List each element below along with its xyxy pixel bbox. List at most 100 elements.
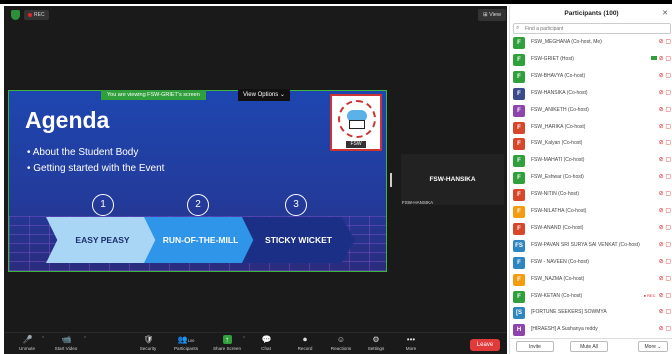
muted-microphone-icon: ⊘ ▢ xyxy=(658,72,671,79)
avatar: F xyxy=(513,222,525,235)
record-icon: ⏺ xyxy=(303,335,307,344)
participant-row[interactable]: F FSW-GRIET (Host) ⊘ ▢ xyxy=(510,52,672,68)
avatar: F xyxy=(513,206,525,218)
participant-row[interactable]: F FSW-NILATHA (Co-host) ⊘ ▢ xyxy=(510,204,672,220)
search-input[interactable] xyxy=(513,23,671,34)
participant-name: FSW - NAVEEN (Co-host) xyxy=(531,258,589,265)
chevron-up-icon[interactable]: ⌃ xyxy=(83,336,87,342)
muted-microphone-icon: ⊘ ▢ xyxy=(658,309,671,316)
participant-row[interactable]: FS FSW-PAVAN SRI SURYA SAI VENKAT (Co-hos… xyxy=(510,238,672,254)
participant-row[interactable]: F FSW-MAHATI (Co-host) ⊘ ▢ xyxy=(510,153,672,169)
recording-indicator: REC xyxy=(24,10,49,20)
participant-row[interactable]: F FSW_HARIKA (Co-host) ⊘ ▢ xyxy=(510,120,672,136)
participant-row[interactable]: [S [FORTUNE SEEKERS] SOWMYA ⊘ ▢ xyxy=(510,305,672,321)
avatar: F xyxy=(513,290,525,303)
participant-status-icons: ⊘ ▢ xyxy=(659,106,671,113)
avatar: H xyxy=(513,324,525,337)
avatar: F xyxy=(513,37,525,49)
participant-status-icons: ⊘ ▢ xyxy=(659,224,671,231)
participant-row[interactable]: F FSW-NITIN (Co-host) ⊘ ▢ xyxy=(510,187,672,203)
participant-row[interactable]: F FSW_MEGHANA (Co-host, Me) ⊘ ▢ xyxy=(510,35,672,51)
muted-microphone-icon: ⊘ ▢ xyxy=(658,326,671,333)
participant-name: FSW_HARIKA (Co-host) xyxy=(531,123,586,130)
participant-name: FSW_NAZMA (Co-host) xyxy=(531,275,585,282)
chevron-up-icon[interactable]: ⌃ xyxy=(242,336,246,342)
reactions-button[interactable]: ☺ Reactions xyxy=(324,335,358,351)
avatar: F xyxy=(513,87,525,100)
record-button[interactable]: ⏺ Record xyxy=(288,335,322,351)
avatar: F xyxy=(513,189,525,202)
participant-name: FSW-BHAVYA (Co-host) xyxy=(531,72,586,79)
participant-row[interactable]: F FSW-KETAN (Co-host) ● REC ⊘ ▢ xyxy=(510,289,672,305)
participant-row[interactable]: F FSW-BHAVYA (Co-host) ⊘ ▢ xyxy=(510,69,672,85)
participant-status-icons: ⊘ ▢ xyxy=(659,241,671,248)
chat-icon: 💬 xyxy=(261,335,272,344)
participant-row[interactable]: F FSW_ANIKETH (Co-host) ⊘ ▢ xyxy=(510,103,672,119)
invite-button[interactable]: Invite xyxy=(516,341,554,352)
participant-row[interactable]: F FSW_NAZMA (Co-host) ⊘ ▢ xyxy=(510,272,672,288)
slide-title: Agenda xyxy=(25,107,110,133)
chevron-up-icon[interactable]: ⌃ xyxy=(41,336,45,342)
participant-row[interactable]: F FSW-HANSIKA (Co-host) ⊘ ▢ xyxy=(510,86,672,102)
panel-title: Participants (100) xyxy=(564,10,619,17)
participant-name: FSW_Kalyan (Co-host) xyxy=(531,140,583,147)
video-tile-name: FSW-HANSIKA xyxy=(429,176,476,183)
participant-status-icons: ● REC ⊘ ▢ xyxy=(644,292,671,299)
participant-status-icons: ⊘ ▢ xyxy=(659,275,671,282)
participants-panel: Participants (100) ✕ ⌕ FFSW_MEGHANA (Co-… xyxy=(509,6,672,354)
more-button[interactable]: ••• More xyxy=(394,335,428,351)
meeting-toolbar: 🎤 Unmute ⌃ 📹 Start Video ⌃ 🛡 Security 👥100 P… xyxy=(4,332,507,354)
security-button[interactable]: 🛡 Security xyxy=(131,335,165,351)
security-shield-icon[interactable] xyxy=(11,10,20,20)
unmute-button[interactable]: 🎤 Unmute xyxy=(10,335,44,351)
participants-icon: 👥100 xyxy=(177,335,195,344)
chat-button[interactable]: 💬 Chat xyxy=(249,335,283,351)
participant-status-icons: ⊘ ▢ xyxy=(659,156,671,163)
avatar: F xyxy=(513,104,525,117)
participant-row[interactable]: F FSW - NAVEEN (Co-host) ⊘ ▢ xyxy=(510,255,672,271)
split-drag-handle[interactable] xyxy=(390,173,392,187)
muted-microphone-icon: ⊘ ▢ xyxy=(658,140,671,147)
video-on-icon xyxy=(650,56,657,61)
share-screen-icon: ↑ xyxy=(222,335,232,344)
participant-status-icons: ⊘ ▢ xyxy=(659,173,671,180)
participant-status-icons: ⊘ ▢ xyxy=(659,72,671,79)
participants-button[interactable]: 👥100 Participants xyxy=(169,335,203,351)
avatar: F xyxy=(513,121,525,134)
avatar: F xyxy=(513,138,525,151)
participant-name: [FORTUNE SEEKERS] SOWMYA xyxy=(531,309,607,316)
participant-status-icons: ⊘ ▢ xyxy=(659,123,671,130)
step-number: 3 xyxy=(285,194,307,216)
muted-microphone-icon: ⊘ ▢ xyxy=(658,241,671,248)
leave-button[interactable]: Leave xyxy=(470,339,500,351)
participant-row[interactable]: F FSW_Kalyan (Co-host) ⊘ ▢ xyxy=(510,136,672,152)
participant-name: FSW-HANSIKA (Co-host) xyxy=(531,89,588,96)
muted-microphone-icon: ⊘ ▢ xyxy=(658,39,671,45)
step-number: 2 xyxy=(187,194,209,216)
participant-name: FSW-MAHATI (Co-host) xyxy=(531,157,585,164)
participant-row[interactable]: F FSW_Eshwar (Co-host) ⊘ ▢ xyxy=(510,170,672,186)
participant-name: FSW_Eshwar (Co-host) xyxy=(531,174,584,181)
muted-microphone-icon: ⊘ ▢ xyxy=(658,89,671,96)
muted-microphone-icon: ⊘ ▢ xyxy=(658,258,671,265)
view-options-button[interactable]: View Options ⌄ xyxy=(238,89,290,101)
muted-microphone-icon: ⊘ ▢ xyxy=(658,224,671,231)
more-options-button[interactable]: More ⌄ xyxy=(638,341,668,352)
mute-all-button[interactable]: Mute All xyxy=(570,341,608,352)
avatar: F xyxy=(513,273,525,286)
avatar: F xyxy=(513,155,525,168)
muted-microphone-icon: ⊘ ▢ xyxy=(658,174,671,181)
start-video-button[interactable]: 📹 Start Video xyxy=(49,335,83,351)
view-button[interactable]: ⊞ View xyxy=(478,9,506,21)
share-screen-button[interactable]: ↑ Share Screen xyxy=(210,335,244,351)
video-tile[interactable]: FSW-HANSIKA xyxy=(401,154,504,205)
settings-button[interactable]: ⚙ Settings xyxy=(359,335,393,351)
participant-name: FSW-GRIET (Host) xyxy=(531,55,574,62)
participant-row[interactable]: F FSW-ANAND (Co-host) ⊘ ▢ xyxy=(510,221,672,237)
participant-name: FSW_MEGHANA (Co-host, Me) xyxy=(531,39,602,45)
close-icon[interactable]: ✕ xyxy=(662,9,668,17)
participant-row[interactable]: H [HIRAESH] A Sushanya reddy ⊘ ▢ xyxy=(510,322,672,338)
participant-status-icons: ⊘ ▢ xyxy=(659,258,671,265)
zoom-window: REC ⊞ View Agenda • About the Student Bo… xyxy=(0,0,672,354)
participant-name: FSW-PAVAN SRI SURYA SAI VENKAT (Co-host) xyxy=(531,241,640,248)
